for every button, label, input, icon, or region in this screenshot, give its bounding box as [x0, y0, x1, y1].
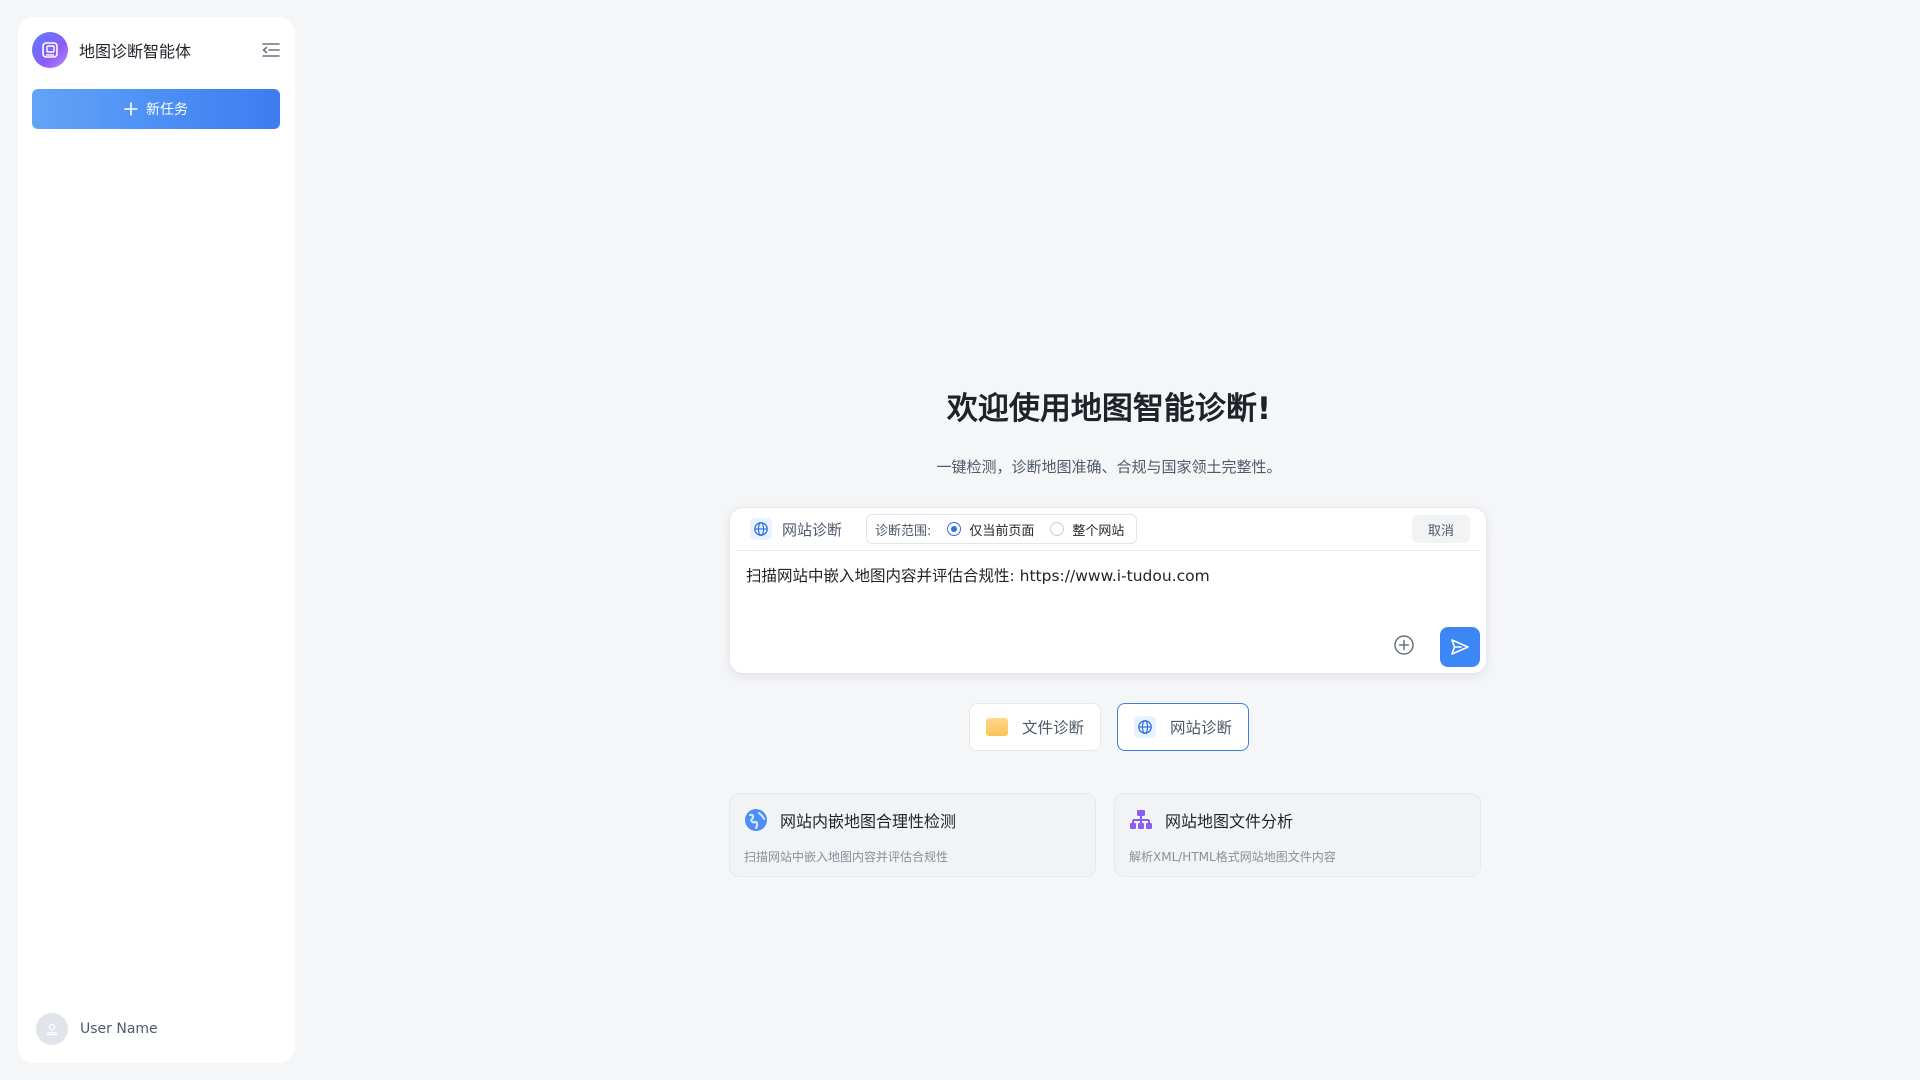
scope-option-label: 整个网站: [1072, 523, 1125, 539]
feature-card-title: 网站内嵌地图合理性检测: [780, 812, 957, 831]
app-title: 地图诊断智能体: [79, 42, 192, 61]
feature-card-desc: 解析XML/HTML格式网站地图文件内容: [1129, 850, 1336, 864]
scope-option-current-page[interactable]: 仅当前页面: [947, 520, 1034, 539]
globe-icon: [1134, 716, 1157, 738]
feature-card-desc: 扫描网站中嵌入地图内容并评估合规性: [744, 850, 949, 864]
tab-file-diagnosis[interactable]: 文件诊断: [969, 703, 1102, 751]
radio-unselected-icon: [1050, 522, 1065, 536]
radio-selected-icon: [947, 522, 962, 536]
send-icon: [1451, 639, 1469, 655]
active-mode-chip: 网站诊断: [750, 518, 842, 540]
avatar: [36, 1013, 68, 1045]
scope-option-label: 仅当前页面: [969, 523, 1035, 539]
sidebar: 地图诊断智能体 新任务 User Name: [18, 17, 295, 1063]
new-task-label: 新任务: [146, 102, 188, 118]
user-icon: [46, 1023, 58, 1036]
tab-website-diagnosis[interactable]: 网站诊断: [1117, 703, 1250, 751]
app-logo-icon: [32, 32, 68, 68]
plus-circle-icon: [1394, 635, 1414, 655]
globe-icon: [750, 518, 772, 540]
feature-card-embedded-map-check[interactable]: 网站内嵌地图合理性检测 扫描网站中嵌入地图内容并评估合规性: [729, 793, 1096, 877]
menu-fold-icon: [262, 43, 280, 57]
prompt-toolbar: 网站诊断 诊断范围: 仅当前页面 整个网站 取消: [736, 508, 1480, 551]
sidebar-header: 地图诊断智能体: [32, 32, 283, 68]
new-task-button[interactable]: 新任务: [32, 89, 280, 129]
cancel-button[interactable]: 取消: [1411, 515, 1470, 543]
scope-label: 诊断范围:: [875, 523, 932, 539]
scope-selector: 诊断范围: 仅当前页面 整个网站: [866, 514, 1138, 544]
plus-icon: [124, 102, 138, 116]
page-subtitle: 一键检测，诊断地图准确、合规与国家领土完整性。: [936, 458, 1282, 476]
feature-card-header: 网站地图文件分析: [1129, 808, 1293, 832]
feature-card-sitemap-analysis[interactable]: 网站地图文件分析 解析XML/HTML格式网站地图文件内容: [1114, 793, 1481, 877]
scope-option-whole-site[interactable]: 整个网站: [1050, 520, 1124, 539]
feature-card-header: 网站内嵌地图合理性检测: [744, 808, 956, 832]
prompt-input[interactable]: 扫描网站中嵌入地图内容并评估合规性: https://www.i-tudou.c…: [746, 564, 1470, 586]
user-profile[interactable]: User Name: [36, 1013, 158, 1045]
feature-card-title: 网站地图文件分析: [1165, 812, 1294, 831]
tab-label: 网站诊断: [1170, 719, 1233, 737]
collapse-sidebar-button[interactable]: [259, 38, 283, 62]
sitemap-icon: [1130, 810, 1152, 829]
attach-button[interactable]: [1392, 633, 1416, 657]
page-title: 欢迎使用地图智能诊断!: [946, 391, 1272, 427]
folder-icon: [986, 718, 1008, 736]
send-button[interactable]: [1440, 627, 1480, 667]
user-name: User Name: [80, 1021, 158, 1037]
mode-tabs: 文件诊断 网站诊断: [969, 703, 1250, 751]
tab-label: 文件诊断: [1022, 719, 1085, 737]
active-mode-label: 网站诊断: [782, 520, 843, 539]
earth-icon: [745, 809, 767, 831]
prompt-card: 网站诊断 诊断范围: 仅当前页面 整个网站 取消 扫描网站中嵌入地图内容并评估合…: [729, 507, 1487, 674]
